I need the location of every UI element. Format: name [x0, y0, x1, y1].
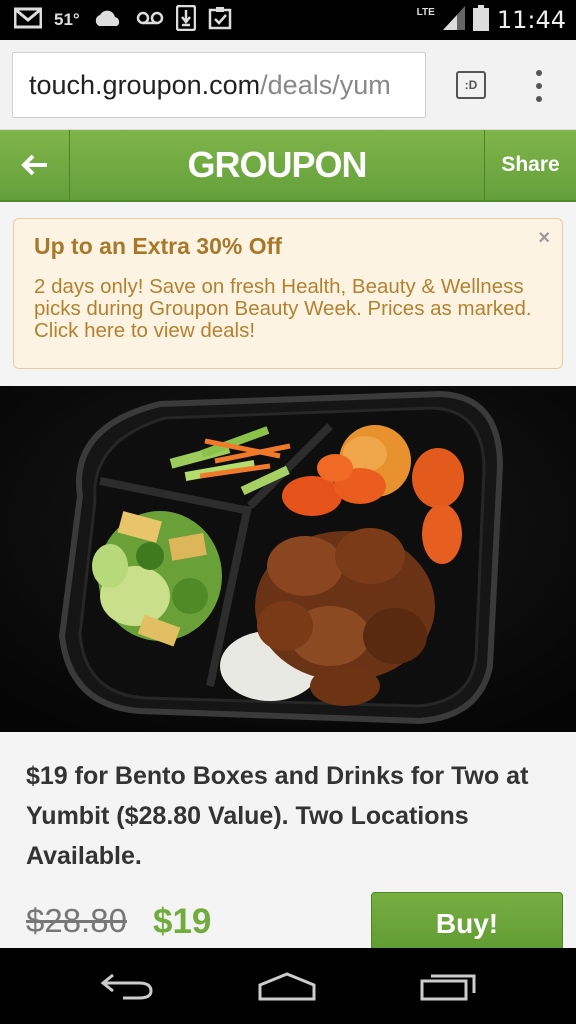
deal-title: $19 for Bento Boxes and Drinks for Two a… — [26, 762, 529, 870]
close-icon[interactable]: × — [538, 227, 550, 250]
share-button[interactable]: Share — [484, 130, 576, 200]
overflow-menu-icon[interactable] — [532, 66, 546, 106]
gmail-icon — [13, 7, 43, 34]
url-field[interactable]: touch.groupon.com/deals/yum — [12, 52, 426, 118]
back-nav-icon[interactable] — [92, 966, 162, 1006]
groupon-header: GROUPON Share — [0, 130, 576, 202]
original-price: $28.80 — [26, 902, 127, 939]
buy-button[interactable]: Buy! — [371, 892, 563, 948]
url-host: touch.groupon.com — [29, 69, 261, 100]
deal-price: $19 — [153, 902, 212, 941]
recents-nav-icon[interactable] — [414, 966, 484, 1006]
promo-title: Up to an Extra 30% Off — [34, 233, 282, 259]
status-bar: 51° LTE 11:44 — [0, 0, 576, 40]
clipboard-check-icon — [208, 6, 232, 35]
network-type: LTE — [416, 6, 435, 18]
battery-icon — [472, 4, 489, 36]
browser-toolbar: touch.groupon.com/deals/yum :D — [0, 40, 576, 130]
tab-switcher-label: :D — [464, 78, 478, 92]
promo-text: 2 days only! Save on fresh Health, Beaut… — [34, 275, 532, 342]
temperature-text: 51° — [54, 10, 80, 29]
groupon-logo[interactable]: GROUPON — [70, 130, 484, 200]
tab-switcher-button[interactable]: :D — [456, 71, 486, 99]
home-nav-icon[interactable] — [252, 966, 322, 1006]
price-row: $28.80 $19 Buy! — [26, 892, 566, 948]
clock: 11:44 — [496, 6, 566, 34]
url-path: /deals/yum — [260, 69, 391, 100]
android-nav-bar — [0, 948, 576, 1024]
cloud-icon — [92, 8, 124, 33]
promo-banner[interactable]: Up to an Extra 30% Off 2 days only! Save… — [13, 218, 563, 369]
voicemail-icon — [136, 11, 164, 30]
download-icon — [175, 4, 196, 36]
deal-page: Up to an Extra 30% Off 2 days only! Save… — [0, 202, 576, 948]
signal-icon — [442, 5, 465, 35]
bento-box-photo — [0, 386, 576, 732]
back-arrow-icon[interactable] — [0, 130, 70, 200]
